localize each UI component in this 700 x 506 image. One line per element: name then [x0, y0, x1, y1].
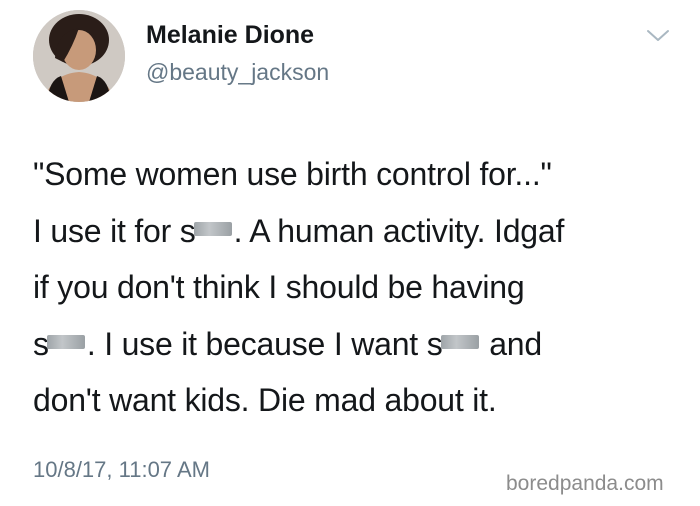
censor-blur	[46, 334, 85, 349]
tweet-text-segment: I use it for s	[33, 212, 196, 249]
tweet-line-2: I use it for s . A human activity. Idgaf	[33, 203, 688, 260]
tweet-line-5: don't want kids. Die mad about it.	[33, 372, 688, 429]
censor-blur	[440, 334, 479, 349]
tweet-line-3: if you don't think I should be having	[33, 259, 688, 316]
tweet-text-segment: . I use it because I want s	[86, 325, 443, 362]
tweet-line-1: "Some women use birth control for..."	[33, 146, 688, 203]
watermark: boredpanda.com	[506, 472, 664, 495]
tweet-text-segment: don't want kids. Die mad about it.	[33, 382, 497, 418]
tweet-text: "Some women use birth control for..." I …	[33, 146, 688, 429]
avatar-photo	[33, 10, 125, 102]
tweet-timestamp[interactable]: 10/8/17, 11:07 AM	[33, 457, 210, 483]
tweet-text-segment: and	[480, 325, 542, 362]
tweet-text-segment: "Some women use birth control for..."	[33, 156, 552, 192]
tweet-text-segment: . A human activity. Idgaf	[233, 212, 565, 249]
censor-blur	[193, 221, 232, 236]
chevron-down-icon[interactable]	[643, 26, 673, 46]
user-handle[interactable]: @beauty_jackson	[146, 59, 329, 86]
avatar[interactable]	[33, 10, 125, 102]
tweet-line-4: s. I use it because I want s and	[33, 316, 688, 373]
tweet-text-segment: if you don't think I should be having	[33, 269, 525, 305]
display-name[interactable]: Melanie Dione	[146, 21, 314, 50]
